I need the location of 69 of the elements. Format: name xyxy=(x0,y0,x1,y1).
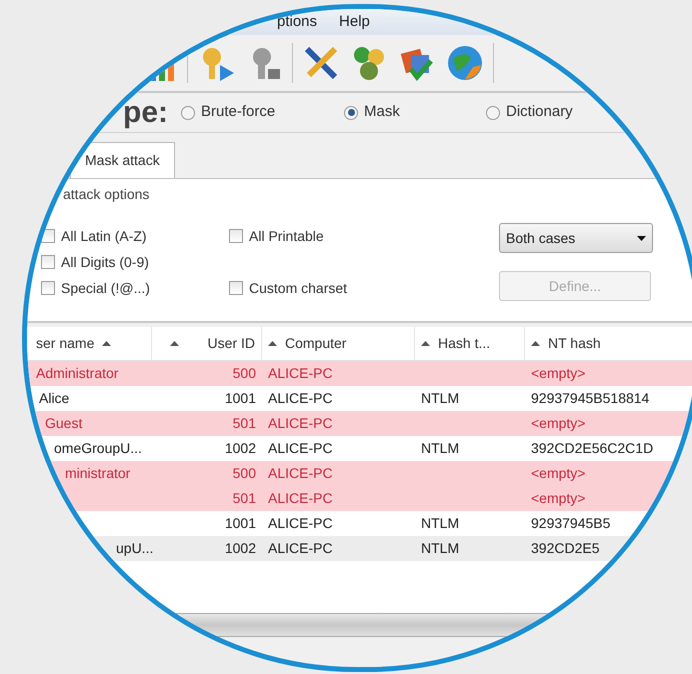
tab[interactable]: Mask attack xyxy=(70,142,175,178)
table-cell-text: 501 xyxy=(232,489,256,508)
table-cell-text: ALICE-PC xyxy=(268,489,333,508)
table-cell-text: 1001 xyxy=(224,389,256,408)
table-cell-text: 501 xyxy=(232,414,256,433)
checkbox[interactable] xyxy=(229,229,243,243)
column-header[interactable]: ser name xyxy=(27,327,152,360)
checkbox-label: All Printable xyxy=(249,226,324,246)
group-title: attack options xyxy=(63,186,150,202)
table-cell-text: <empty> xyxy=(531,489,586,508)
table-cell-text: Administrator xyxy=(36,364,118,383)
table-cell-text: ministrator xyxy=(65,464,130,483)
table-cell-text: <empty> xyxy=(531,464,586,483)
column-header[interactable]: Hash t... xyxy=(415,327,525,360)
sort-arrow-icon xyxy=(421,341,430,346)
table-cell-text: 92937945B518814 xyxy=(531,389,650,408)
checkbox-label: Custom charset xyxy=(249,278,348,298)
checkbox[interactable] xyxy=(41,255,55,269)
sort-arrow-icon xyxy=(268,341,277,346)
radio-label: Mask xyxy=(364,102,400,122)
table-cell-text: ALICE-PC xyxy=(268,514,333,533)
checkbox[interactable] xyxy=(41,229,55,243)
table-row[interactable]: Administrator 500 ALICE-PC <empty> xyxy=(27,361,692,386)
table-cell-text: <empty> xyxy=(531,414,586,433)
table-cell-text: ALICE-PC xyxy=(268,539,333,558)
radio-label: Brute-force xyxy=(201,102,276,122)
radio-button[interactable] xyxy=(181,106,195,120)
table-cell-text: ALICE-PC xyxy=(268,464,333,483)
case-dropdown[interactable]: Both cases xyxy=(499,223,653,253)
globe-icon[interactable] xyxy=(445,43,485,83)
table-cell-text: 92937945B5 xyxy=(531,514,610,533)
table-cell-text: NTLM xyxy=(421,439,460,458)
table-cell-text: Guest xyxy=(45,414,82,433)
table-cell-text: ALICE-PC xyxy=(268,414,333,433)
table-cell-text: ALICE-PC xyxy=(268,389,333,408)
sort-arrow-icon xyxy=(170,341,179,346)
table-cell-text: 500 xyxy=(232,464,256,483)
table-cell-text: NTLM xyxy=(421,389,460,408)
table-cell-text: NTLM xyxy=(421,514,460,533)
table-cell-text: omeGroupU... xyxy=(54,439,142,458)
table-cell-text: ALICE-PC xyxy=(268,364,333,383)
checkbox[interactable] xyxy=(41,281,55,295)
checkbox-label: All Digits (0-9) xyxy=(61,252,149,272)
column-header[interactable]: Computer xyxy=(262,327,415,360)
table-cell-text: 392CD2E5 xyxy=(531,539,600,558)
radio-label: Dictionary xyxy=(506,102,573,122)
menu-item[interactable]: ptions xyxy=(277,10,318,35)
table-cell-text: 500 xyxy=(232,364,256,383)
column-header[interactable]: User ID xyxy=(152,327,262,360)
caret-icon xyxy=(637,236,646,240)
attack-type-label: pe: xyxy=(123,95,169,131)
table-cell-text: upU... xyxy=(116,539,154,558)
sort-arrow-icon xyxy=(531,341,540,346)
table-cell-text: 1001 xyxy=(224,514,256,533)
radio-button[interactable] xyxy=(486,106,500,120)
radio-button[interactable] xyxy=(344,106,358,120)
checkbox-label: Special (!@...) xyxy=(61,278,150,298)
table-cell-text: 392CD2E56C2C1D xyxy=(531,439,654,458)
menu-item[interactable]: Help xyxy=(339,10,370,35)
table-cell-text: Alice xyxy=(39,389,70,408)
sort-arrow-icon xyxy=(102,341,112,346)
table-cell-text: <empty> xyxy=(531,364,586,383)
table-cell-text: NTLM xyxy=(421,539,460,558)
column-header[interactable]: NT hash xyxy=(525,327,692,360)
table-cell-text: 1002 xyxy=(224,539,256,558)
table-cell-text: 1002 xyxy=(224,439,256,458)
table-cell-text: ALICE-PC xyxy=(268,439,333,458)
checkbox-label: All Latin (A-Z) xyxy=(61,226,147,246)
checkbox[interactable] xyxy=(229,281,243,295)
